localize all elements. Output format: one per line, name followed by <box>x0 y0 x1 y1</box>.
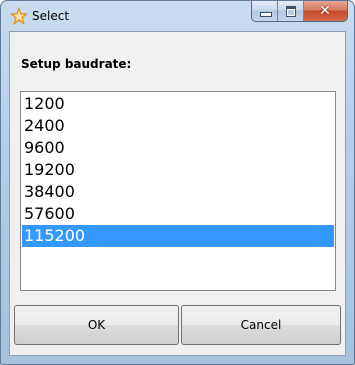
window-title: Select <box>32 9 70 23</box>
maximize-icon <box>286 6 296 17</box>
close-button[interactable]: ✕ <box>304 1 347 21</box>
minimize-button[interactable] <box>252 1 278 21</box>
baudrate-prompt-label: Setup baudrate: <box>21 57 132 71</box>
close-icon: ✕ <box>319 3 331 19</box>
list-item-115200[interactable]: 115200 <box>22 225 334 247</box>
minimize-icon <box>260 12 272 17</box>
baudrate-listbox[interactable]: 1200 2400 9600 19200 38400 57600 115200 <box>20 91 336 291</box>
list-item-2400[interactable]: 2400 <box>22 115 334 137</box>
list-item-9600[interactable]: 9600 <box>22 137 334 159</box>
star-icon <box>10 7 28 25</box>
list-item-19200[interactable]: 19200 <box>22 159 334 181</box>
caption-buttons: ✕ <box>251 1 348 22</box>
list-item-38400[interactable]: 38400 <box>22 181 334 203</box>
select-dialog-window: Select ✕ Setup baudrate: 1200 2400 9600 … <box>0 0 355 365</box>
cancel-button[interactable]: Cancel <box>181 305 341 345</box>
dialog-client-area: Setup baudrate: 1200 2400 9600 19200 384… <box>9 31 346 356</box>
list-item-57600[interactable]: 57600 <box>22 203 334 225</box>
ok-button[interactable]: OK <box>14 305 179 345</box>
maximize-button[interactable] <box>278 1 304 21</box>
list-item-1200[interactable]: 1200 <box>22 93 334 115</box>
title-bar[interactable]: Select ✕ <box>1 1 354 31</box>
